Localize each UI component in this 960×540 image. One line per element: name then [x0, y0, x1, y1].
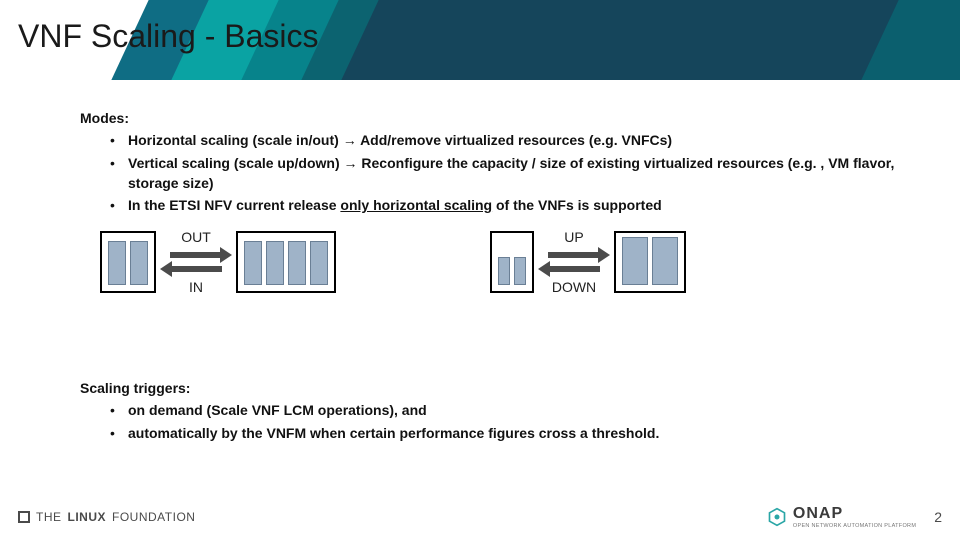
down-label: DOWN	[552, 280, 596, 294]
arrow-right-icon	[548, 252, 600, 258]
banner-stripe	[861, 0, 960, 80]
vnfc-bar	[288, 241, 306, 285]
trigger-text: automatically by the VNFM when certain p…	[128, 425, 659, 441]
list-item: Vertical scaling (scale up/down) → Recon…	[110, 153, 920, 194]
vnf-box-before	[100, 231, 156, 293]
title-banner: VNF Scaling - Basics	[0, 0, 960, 80]
vnfc-bar	[498, 257, 510, 285]
up-label: UP	[564, 230, 583, 244]
footer-text-the: THE	[36, 510, 62, 524]
footer-right: ONAP OPEN NETWORK AUTOMATION PLATFORM 2	[767, 505, 942, 529]
triggers-list: on demand (Scale VNF LCM operations), an…	[110, 400, 920, 443]
mode-text-a: In the ETSI NFV current release	[128, 197, 340, 213]
vnf-box-before	[490, 231, 534, 293]
vnf-box-after	[236, 231, 336, 293]
page-number: 2	[934, 509, 942, 525]
onap-text: ONAP OPEN NETWORK AUTOMATION PLATFORM	[793, 505, 916, 529]
triggers-section: Scaling triggers: on demand (Scale VNF L…	[80, 378, 920, 445]
onap-subtitle: OPEN NETWORK AUTOMATION PLATFORM	[793, 523, 916, 529]
list-item: In the ETSI NFV current release only hor…	[110, 195, 920, 215]
vnfc-bar	[244, 241, 262, 285]
arrow-left-icon	[548, 266, 600, 272]
modes-heading: Modes:	[80, 108, 920, 128]
mode-desc: Add/remove virtualized resources (e.g. V…	[357, 132, 672, 148]
horizontal-scaling-diagram: OUT IN	[100, 230, 336, 294]
vnfc-bar	[108, 241, 126, 285]
in-label: IN	[189, 280, 203, 294]
hexagon-icon	[767, 507, 787, 527]
footer-text-foundation: FOUNDATION	[112, 510, 195, 524]
vnfc-bar	[622, 237, 648, 285]
vnfc-bar	[310, 241, 328, 285]
scaling-diagrams: OUT IN UP DOWN	[100, 230, 880, 340]
arrow-column: UP DOWN	[542, 230, 606, 294]
mode-name: Vertical scaling (scale up/down)	[128, 155, 344, 171]
out-label: OUT	[181, 230, 211, 244]
triggers-heading: Scaling triggers:	[80, 378, 920, 398]
arrow-left-icon	[170, 266, 222, 272]
arrow-column: OUT IN	[164, 230, 228, 294]
page-title: VNF Scaling - Basics	[18, 18, 319, 55]
footer-text-linux: LINUX	[68, 510, 107, 524]
vnfc-bar	[652, 237, 678, 285]
linux-foundation-logo: THE LINUX FOUNDATION	[18, 510, 195, 524]
onap-brand: ONAP	[793, 505, 916, 523]
vnf-box-after	[614, 231, 686, 293]
mode-text-b: of the VNFs is supported	[492, 197, 662, 213]
footer: THE LINUX FOUNDATION ONAP OPEN NETWORK A…	[0, 494, 960, 540]
onap-logo: ONAP OPEN NETWORK AUTOMATION PLATFORM	[767, 505, 916, 529]
vnfc-bar	[130, 241, 148, 285]
mode-underline: only horizontal scaling	[340, 197, 492, 213]
arrow-right-icon	[170, 252, 222, 258]
modes-section: Modes: Horizontal scaling (scale in/out)…	[80, 108, 920, 217]
arrow-icon: →	[343, 132, 357, 148]
modes-list: Horizontal scaling (scale in/out) → Add/…	[110, 130, 920, 215]
list-item: Horizontal scaling (scale in/out) → Add/…	[110, 130, 920, 150]
mode-name: Horizontal scaling (scale in/out)	[128, 132, 343, 148]
list-item: automatically by the VNFM when certain p…	[110, 423, 920, 443]
slide: VNF Scaling - Basics Modes: Horizontal s…	[0, 0, 960, 540]
square-icon	[18, 511, 30, 523]
vnfc-bar	[266, 241, 284, 285]
list-item: on demand (Scale VNF LCM operations), an…	[110, 400, 920, 420]
vertical-scaling-diagram: UP DOWN	[490, 230, 686, 294]
vnfc-bar	[514, 257, 526, 285]
arrow-icon: →	[344, 155, 358, 171]
trigger-text: on demand (Scale VNF LCM operations), an…	[128, 402, 427, 418]
